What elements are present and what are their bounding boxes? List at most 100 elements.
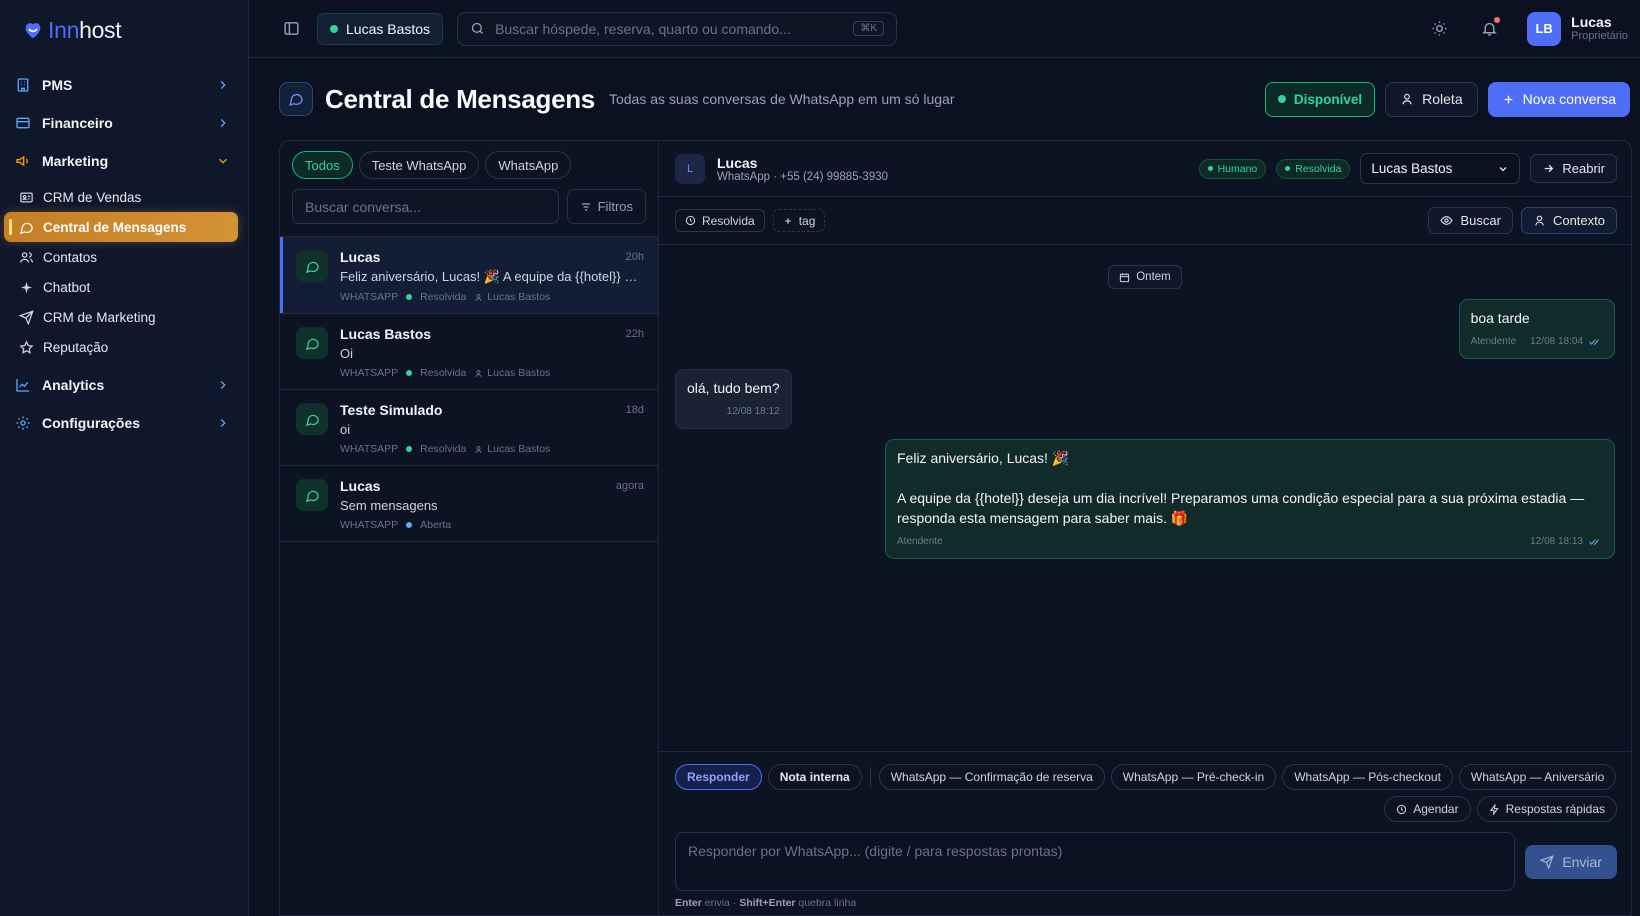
conversation-channel: WHATSAPP	[340, 367, 399, 379]
status-tag[interactable]: Resolvida	[675, 209, 765, 232]
bell-icon[interactable]	[1477, 16, 1501, 41]
conversation-item[interactable]: Lucas Bastos 22h Oi WHATSAPP Resolvida Luca…	[280, 313, 658, 389]
template-chip[interactable]: WhatsApp — Pré-check-in	[1110, 764, 1277, 790]
contact-subtitle: WhatsApp · +55 (24) 99885-3930	[717, 170, 889, 183]
conversation-status: Resolvida	[406, 443, 466, 455]
message-author: Atendente	[897, 536, 943, 547]
filters-button[interactable]: Filtros	[566, 189, 646, 224]
schedule-button[interactable]: Agendar	[1384, 796, 1471, 822]
sidebar-group-analytics[interactable]: Analytics	[0, 366, 248, 404]
page-subtitle: Todas as suas conversas de WhatsApp em u…	[608, 91, 955, 107]
conversation-channel: WHATSAPP	[340, 443, 399, 455]
clock-icon	[1397, 804, 1407, 814]
sidebar-group-marketing[interactable]: Marketing	[0, 142, 248, 180]
tab-todos[interactable]: Todos	[292, 151, 353, 179]
chat-header: L Lucas WhatsApp · +55 (24) 99885-3930 H…	[659, 141, 1631, 197]
message-time: 12/08 18:04	[1530, 336, 1583, 347]
conversation-list: Todos Teste WhatsApp WhatsApp Buscar con…	[280, 141, 659, 915]
active-user-name: Lucas Bastos	[346, 20, 431, 37]
search-messages-button[interactable]: Buscar	[1428, 207, 1513, 234]
conversation-preview: Feliz aniversário, Lucas! 🎉 A equipe da …	[340, 269, 644, 284]
keyboard-hint: Enter envia · Shift+Enter quebra linha	[675, 897, 857, 909]
template-chip[interactable]: WhatsApp — Confirmação de reserva	[878, 764, 1105, 790]
sidebar-item-central-mensagens[interactable]: Central de Mensagens	[4, 212, 238, 242]
sidebar-nav: PMS Financeiro Marketing CRM de Vendas C…	[0, 60, 248, 448]
message-text: boa tarde	[1470, 310, 1530, 326]
brand-name: Innhost	[48, 16, 122, 43]
building-icon	[15, 77, 31, 93]
sidebar-item-label: CRM de Marketing	[43, 309, 156, 325]
message-bubble-outgoing: Feliz aniversário, Lucas! 🎉 A equipe da …	[885, 439, 1615, 559]
context-button[interactable]: Contexto	[1520, 207, 1617, 234]
sidebar-group-configuracoes[interactable]: Configurações	[0, 404, 248, 442]
message-time: 12/08 18:12	[726, 406, 780, 417]
conversation-agent: Lucas Bastos	[474, 367, 550, 379]
sparkle-icon	[19, 280, 34, 295]
sidebar-item-label: Central de Mensagens	[43, 219, 187, 235]
conversation-item[interactable]: Teste Simulado 18d oi WHATSAPP Resolvida Lu…	[280, 389, 658, 465]
message-circle-icon	[19, 220, 34, 235]
message-circle-icon	[296, 403, 328, 435]
double-check-icon	[1589, 339, 1599, 346]
conversation-item[interactable]: Lucas agora Sem mensagens WHATSAPP Aberta	[280, 465, 658, 542]
sidebar-item-label: Reputação	[43, 339, 109, 355]
new-conversation-button[interactable]: Nova conversa	[1487, 81, 1630, 117]
conversation-search-input[interactable]: Buscar conversa...	[292, 189, 559, 224]
reply-textarea[interactable]: Responder por WhatsApp... (digite / para…	[675, 832, 1516, 891]
conversation-status: Resolvida	[406, 291, 466, 303]
chat-tags-bar: Resolvida tag Buscar Contexto	[659, 197, 1631, 245]
sidebar-item-reputacao[interactable]: Reputação	[4, 332, 238, 362]
sidebar-item-crm-marketing[interactable]: CRM de Marketing	[4, 302, 238, 332]
template-chip[interactable]: WhatsApp — Pós-checkout	[1282, 764, 1453, 790]
line-chart-icon	[15, 377, 31, 393]
conversation-item[interactable]: Lucas 20h Feliz aniversário, Lucas! 🎉 A e…	[280, 236, 658, 313]
sun-icon[interactable]	[1427, 17, 1451, 41]
active-user-pill[interactable]: Lucas Bastos	[317, 12, 444, 45]
message-circle-icon	[279, 82, 313, 116]
arrow-right-icon	[1542, 162, 1555, 175]
page-actions: Disponível Roleta Nova conversa	[1264, 81, 1630, 117]
roulette-button[interactable]: Roleta	[1385, 81, 1478, 117]
user-icon	[475, 445, 482, 453]
brand-logo[interactable]: Innhost	[0, 0, 248, 60]
plus-icon	[784, 217, 791, 224]
quick-replies-button[interactable]: Respostas rápidas	[1476, 796, 1617, 822]
internal-note-tab[interactable]: Nota interna	[767, 764, 862, 790]
tab-whatsapp[interactable]: WhatsApp	[485, 151, 572, 179]
filters-label: Filtros	[597, 199, 633, 214]
sidebar-item-contatos[interactable]: Contatos	[4, 242, 238, 272]
sidebar-item-crm-vendas[interactable]: CRM de Vendas	[4, 182, 238, 212]
add-tag-button[interactable]: tag	[772, 209, 826, 232]
reopen-button[interactable]: Reabrir	[1530, 154, 1617, 183]
main-area: Lucas Bastos Buscar hóspede, reserva, qu…	[249, 0, 1640, 916]
sidebar-group-financeiro[interactable]: Financeiro	[0, 104, 248, 142]
heart-logo-icon	[22, 19, 44, 41]
global-search-input[interactable]: Buscar hóspede, reserva, quarto ou coman…	[457, 11, 898, 46]
user-name: Lucas	[1571, 14, 1612, 31]
message-text: A equipe da {{hotel}} deseja um dia incr…	[897, 490, 1585, 526]
tab-teste-whatsapp[interactable]: Teste WhatsApp	[358, 151, 480, 179]
assignee-select[interactable]: Lucas Bastos	[1360, 153, 1521, 184]
reply-mode-tab[interactable]: Responder	[675, 764, 762, 790]
message-time: 12/08 18:13	[1530, 536, 1583, 547]
conversation-status: Resolvida	[406, 367, 466, 379]
credit-card-icon	[15, 115, 31, 131]
availability-button[interactable]: Disponível	[1264, 81, 1376, 117]
user-info[interactable]: Lucas Proprietário	[1571, 14, 1628, 43]
template-chip[interactable]: WhatsApp — Aniversário	[1458, 764, 1617, 790]
human-badge: Humano	[1198, 158, 1267, 179]
day-separator: Ontem	[1108, 265, 1182, 289]
sidebar-group-pms[interactable]: PMS	[0, 66, 248, 104]
chevron-down-icon	[1497, 163, 1509, 175]
chevron-right-icon	[216, 416, 230, 430]
settings-users-icon	[15, 415, 31, 431]
user-avatar[interactable]: LB	[1527, 11, 1562, 46]
sidebar-toggle-icon[interactable]	[279, 17, 303, 41]
topbar: Lucas Bastos Buscar hóspede, reserva, qu…	[249, 0, 1640, 58]
sidebar-group-label: Configurações	[42, 415, 141, 431]
send-button[interactable]: Enviar	[1525, 844, 1617, 879]
conversation-time: 18d	[625, 404, 644, 416]
send-label: Enviar	[1562, 853, 1602, 870]
sidebar-item-chatbot[interactable]: Chatbot	[4, 272, 238, 302]
contact-avatar: L	[675, 153, 705, 184]
